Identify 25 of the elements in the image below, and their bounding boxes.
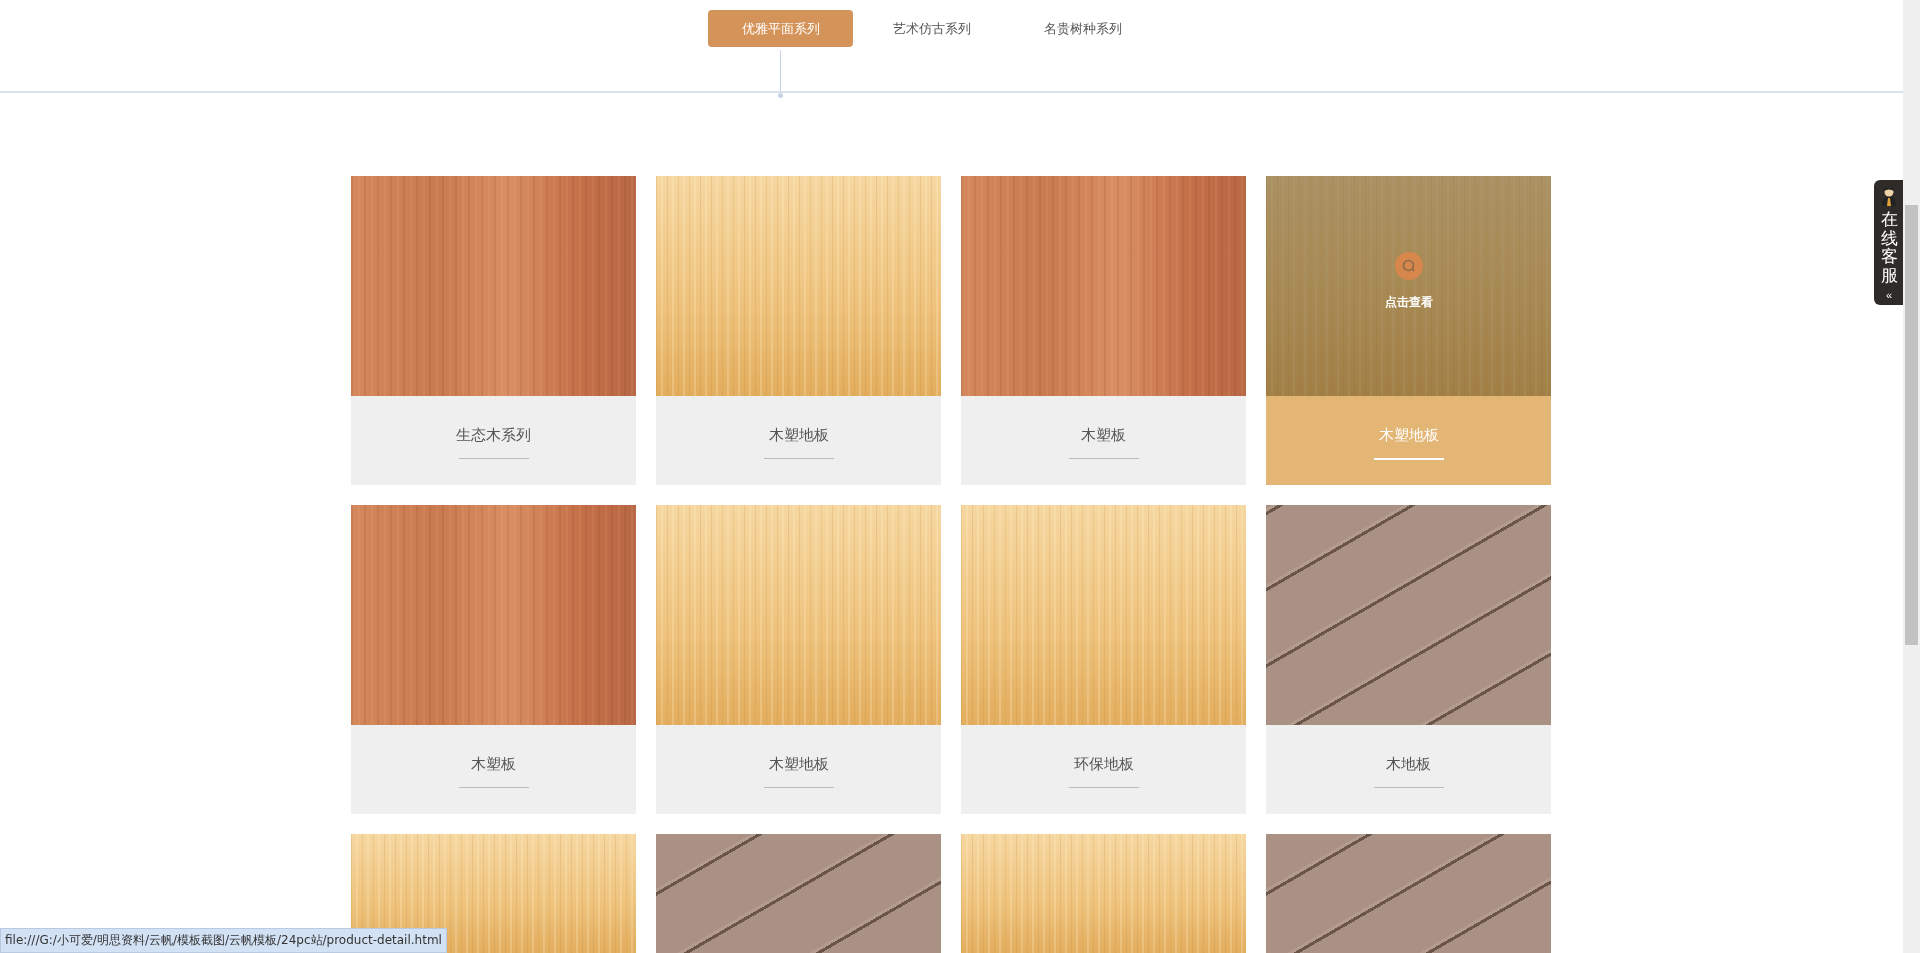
collapse-button[interactable]: « <box>1885 288 1893 301</box>
scrollbar-thumb[interactable] <box>1905 205 1918 645</box>
product-name[interactable]: 木塑板 <box>1081 426 1126 445</box>
product-name[interactable]: 木塑地板 <box>768 426 829 445</box>
wood-texture-photo[interactable] <box>656 505 941 725</box>
category-tab[interactable]: 艺术仿古系列 <box>859 10 1004 47</box>
status-bar-url: file:///G:/小可爱/明思资料/云帆/模板截图/云帆模板/24pc站/product-detail.html <box>0 928 447 953</box>
product-name[interactable]: 生态木系列 <box>456 426 531 445</box>
wood-texture-photo[interactable] <box>656 176 941 396</box>
wood-texture-photo[interactable] <box>961 834 1246 953</box>
wood-texture-photo[interactable] <box>656 834 941 953</box>
wood-texture-photo[interactable] <box>1266 505 1551 725</box>
wood-texture-photo[interactable] <box>961 505 1246 725</box>
wood-texture-photo[interactable] <box>351 176 636 396</box>
wood-texture-photo[interactable] <box>351 505 636 725</box>
product-name[interactable]: 木地板 <box>1386 755 1431 774</box>
person-icon <box>1881 186 1897 206</box>
category-tab[interactable]: 名贵树种系列 <box>1010 10 1155 47</box>
search-icon[interactable] <box>1394 251 1423 280</box>
wood-texture-photo[interactable] <box>961 176 1246 396</box>
online-service-label[interactable]: 在线客服 <box>1880 210 1898 285</box>
wood-texture-photo[interactable] <box>1266 834 1551 953</box>
product-name[interactable]: 木塑地板 <box>768 755 829 774</box>
product-name[interactable]: 环保地板 <box>1073 755 1134 774</box>
product-name[interactable]: 木塑板 <box>471 755 516 774</box>
